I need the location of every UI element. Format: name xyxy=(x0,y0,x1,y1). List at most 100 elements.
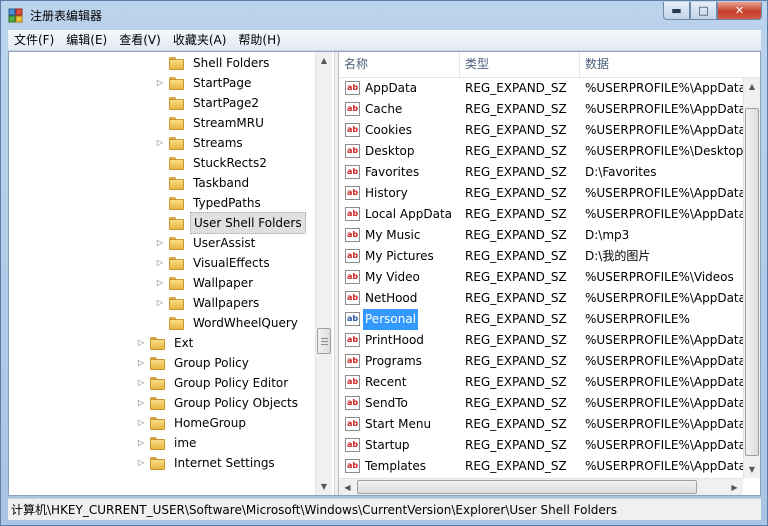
list-horizontal-scrollbar[interactable]: ◀ ▶ xyxy=(339,478,743,495)
list-hscroll-thumb[interactable] xyxy=(357,480,697,494)
scroll-up-arrow-icon[interactable]: ▲ xyxy=(316,52,332,69)
tree-item[interactable]: TypedPaths xyxy=(155,193,264,213)
expand-arrow-icon[interactable]: ▷ xyxy=(155,253,165,273)
value-name: Startup xyxy=(365,438,410,452)
value-row[interactable]: ab Favorites REG_EXPAND_SZ D:\Favorites xyxy=(339,162,743,183)
value-row[interactable]: ab Personal REG_EXPAND_SZ %USERPROFILE% xyxy=(339,309,743,330)
expand-arrow-icon[interactable]: ▷ xyxy=(136,353,146,373)
value-row[interactable]: ab History REG_EXPAND_SZ %USERPROFILE%\AppD… xyxy=(339,183,743,204)
tree-item[interactable]: User Shell Folders xyxy=(155,212,306,234)
tree-item-label: Ext xyxy=(174,336,194,350)
column-type[interactable]: 类型 xyxy=(460,52,580,77)
expand-arrow-icon[interactable]: ▷ xyxy=(136,433,146,453)
scroll-down-arrow-icon[interactable]: ▼ xyxy=(316,478,332,495)
tree-item[interactable]: ▷ Group Policy Editor xyxy=(136,373,291,393)
value-row[interactable]: ab Startup REG_EXPAND_SZ %USERPROFILE%\AppD… xyxy=(339,435,743,456)
value-row[interactable]: ab Start Menu REG_EXPAND_SZ %USERPROFILE%\A… xyxy=(339,414,743,435)
close-button[interactable]: ✕ xyxy=(717,2,762,20)
value-row[interactable]: ab Local AppData REG_EXPAND_SZ %USERPROFILE… xyxy=(339,204,743,225)
value-data: %USERPROFILE%\AppData\ xyxy=(585,207,743,221)
expand-arrow-icon[interactable]: ▷ xyxy=(155,133,165,153)
value-row[interactable]: ab NetHood REG_EXPAND_SZ %USERPROFILE%\AppD… xyxy=(339,288,743,309)
string-value-icon: ab xyxy=(345,165,360,179)
value-row[interactable]: ab My Music REG_EXPAND_SZ D:\mp3 xyxy=(339,225,743,246)
string-value-icon: ab xyxy=(345,144,360,158)
folder-icon xyxy=(169,76,185,90)
menu-view[interactable]: 查看(V) xyxy=(113,30,167,50)
tree-scroll-thumb[interactable] xyxy=(317,328,331,354)
minimize-button[interactable]: ▬ xyxy=(663,2,690,20)
value-name: Desktop xyxy=(365,144,415,158)
value-row[interactable]: ab My Video REG_EXPAND_SZ %USERPROFILE%\Vid… xyxy=(339,267,743,288)
value-row[interactable]: ab AppData REG_EXPAND_SZ %USERPROFILE%\AppD… xyxy=(339,78,743,99)
folder-icon xyxy=(150,336,166,350)
tree-item[interactable]: ▷ Wallpaper xyxy=(155,273,256,293)
scroll-left-arrow-icon[interactable]: ◀ xyxy=(339,479,356,495)
scroll-right-arrow-icon[interactable]: ▶ xyxy=(726,479,743,495)
status-key-path: 计算机\HKEY_CURRENT_USER\Software\Microsoft… xyxy=(11,503,617,517)
tree-item[interactable]: ▷ StartPage xyxy=(155,73,254,93)
maximize-button[interactable]: □ xyxy=(690,2,717,20)
value-row[interactable]: ab Cache REG_EXPAND_SZ %USERPROFILE%\AppDat… xyxy=(339,99,743,120)
value-row[interactable]: ab Templates REG_EXPAND_SZ %USERPROFILE%\Ap… xyxy=(339,456,743,477)
expand-arrow-icon[interactable]: ▷ xyxy=(136,413,146,433)
string-value-icon: ab xyxy=(345,81,360,95)
list-vertical-scrollbar[interactable]: ▲ ▼ xyxy=(743,78,760,478)
string-value-icon: ab xyxy=(345,396,360,410)
value-name: Local AppData xyxy=(365,207,453,221)
tree-item[interactable]: WordWheelQuery xyxy=(155,313,301,333)
expand-arrow-icon[interactable]: ▷ xyxy=(155,73,165,93)
expand-arrow-icon[interactable]: ▷ xyxy=(136,333,146,353)
scroll-down-arrow-icon[interactable]: ▼ xyxy=(744,461,760,478)
value-row[interactable]: ab Recent REG_EXPAND_SZ %USERPROFILE%\AppDa… xyxy=(339,372,743,393)
value-data: %USERPROFILE%\AppData\ xyxy=(585,81,743,95)
value-data: D:\我的图片 xyxy=(585,249,651,263)
tree-item[interactable]: ▷ Internet Settings xyxy=(136,453,278,473)
value-name: NetHood xyxy=(365,291,418,305)
string-value-icon: ab xyxy=(345,102,360,116)
value-row[interactable]: ab SendTo REG_EXPAND_SZ %USERPROFILE%\AppDa… xyxy=(339,393,743,414)
value-row[interactable]: ab PrintHood REG_EXPAND_SZ %USERPROFILE%\Ap… xyxy=(339,330,743,351)
value-name: Cookies xyxy=(365,123,412,137)
tree-item[interactable]: Shell Folders xyxy=(155,53,272,73)
tree-item[interactable]: ▷ Wallpapers xyxy=(155,293,262,313)
expand-arrow-icon[interactable]: ▷ xyxy=(136,373,146,393)
value-data: %USERPROFILE%\AppData\ xyxy=(585,102,743,116)
tree-item[interactable]: ▷ HomeGroup xyxy=(136,413,249,433)
tree-item[interactable]: StartPage2 xyxy=(155,93,262,113)
scroll-up-arrow-icon[interactable]: ▲ xyxy=(744,78,760,95)
value-type: REG_EXPAND_SZ xyxy=(465,396,567,410)
column-name[interactable]: 名称 xyxy=(339,52,460,77)
menu-help[interactable]: 帮助(H) xyxy=(232,30,286,50)
column-data[interactable]: 数据 xyxy=(580,52,743,77)
tree-item[interactable]: ▷ Group Policy xyxy=(136,353,252,373)
expand-arrow-icon[interactable]: ▷ xyxy=(155,233,165,253)
expand-arrow-icon[interactable]: ▷ xyxy=(136,453,146,473)
tree-item[interactable]: Taskband xyxy=(155,173,252,193)
value-type: REG_EXPAND_SZ xyxy=(465,81,567,95)
value-row[interactable]: ab Desktop REG_EXPAND_SZ %USERPROFILE%\Desk… xyxy=(339,141,743,162)
expand-arrow-icon[interactable]: ▷ xyxy=(155,273,165,293)
tree-item[interactable]: StuckRects2 xyxy=(155,153,270,173)
tree-item[interactable]: ▷ Group Policy Objects xyxy=(136,393,301,413)
tree-item[interactable]: ▷ Streams xyxy=(155,133,246,153)
folder-icon xyxy=(150,396,166,410)
tree-item[interactable]: ▷ ime xyxy=(136,433,199,453)
tree-item[interactable]: ▷ VisualEffects xyxy=(155,253,273,273)
menu-file[interactable]: 文件(F) xyxy=(8,30,60,50)
list-scroll-thumb[interactable] xyxy=(745,108,759,456)
value-row[interactable]: ab Cookies REG_EXPAND_SZ %USERPROFILE%\AppD… xyxy=(339,120,743,141)
tree-item[interactable]: ▷ Ext xyxy=(136,333,196,353)
tree-vertical-scrollbar[interactable]: ▲ ▼ xyxy=(315,52,332,495)
menu-favorites[interactable]: 收藏夹(A) xyxy=(167,30,233,50)
expand-arrow-icon[interactable]: ▷ xyxy=(136,393,146,413)
expand-arrow-icon[interactable]: ▷ xyxy=(155,293,165,313)
value-row[interactable]: ab My Pictures REG_EXPAND_SZ D:\我的图片 xyxy=(339,246,743,267)
tree-item[interactable]: ▷ UserAssist xyxy=(155,233,258,253)
tree-item-label: User Shell Folders xyxy=(190,212,306,234)
menu-edit[interactable]: 编辑(E) xyxy=(60,30,113,50)
tree-item[interactable]: StreamMRU xyxy=(155,113,267,133)
value-row[interactable]: ab Programs REG_EXPAND_SZ %USERPROFILE%\App… xyxy=(339,351,743,372)
tree-item-label: WordWheelQuery xyxy=(193,316,298,330)
title-bar[interactable]: 注册表编辑器 ▬ □ ✕ xyxy=(1,1,767,29)
